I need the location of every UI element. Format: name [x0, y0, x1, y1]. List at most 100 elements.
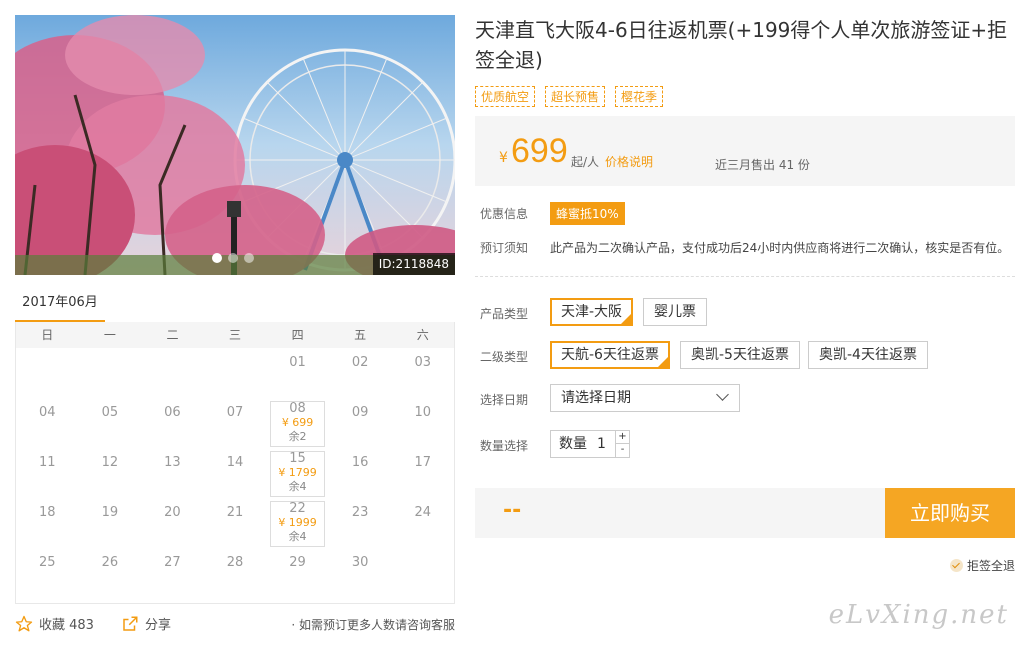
- calendar-day-price: ¥ 1799: [278, 466, 317, 479]
- carousel-dot[interactable]: [228, 253, 238, 263]
- weekday-label: 六: [416, 328, 429, 342]
- calendar-day-number: 27: [164, 555, 181, 570]
- product-type-option-infant[interactable]: 婴儿票: [643, 298, 707, 326]
- watermark: eLvXing.net: [828, 600, 1009, 630]
- sold-count: 近三月售出 41 份: [715, 158, 810, 172]
- calendar-day[interactable]: 22 ¥ 1999 余4: [266, 498, 329, 548]
- total-price: --: [503, 498, 522, 523]
- carousel-dots: [212, 253, 254, 263]
- calendar-day: 24: [391, 498, 454, 548]
- calendar-empty-cell: [16, 348, 79, 398]
- calendar-day[interactable]: 15 ¥ 1799 余4: [266, 448, 329, 498]
- date-label: 选择日期: [480, 393, 529, 407]
- calendar-empty-cell: [141, 348, 204, 398]
- group-booking-hint[interactable]: · 如需预订更多人数请咨询客服: [291, 616, 455, 633]
- product-tag: 樱花季: [615, 86, 664, 107]
- purchase-bar: -- 立即购买: [475, 488, 1015, 538]
- carousel-dot[interactable]: [244, 253, 254, 263]
- calendar-day: 30: [329, 548, 392, 598]
- calendar-day-price: ¥ 699: [281, 416, 314, 429]
- weekday-label: 三: [229, 328, 242, 342]
- calendar-day: 10: [391, 398, 454, 448]
- calendar-day-number: 22: [289, 501, 306, 516]
- calendar-day-number: 02: [351, 355, 369, 370]
- quantity-decrement-button[interactable]: -: [615, 444, 629, 457]
- calendar-day-number: 19: [101, 505, 119, 520]
- share-label: 分享: [145, 618, 172, 633]
- calendar-day: 01: [266, 348, 329, 398]
- product-tag: 超长预售: [545, 86, 606, 107]
- calendar-month-tab[interactable]: 2017年06月: [15, 285, 105, 323]
- calendar-day: 17: [391, 448, 454, 498]
- calendar-day-number: 13: [164, 455, 181, 470]
- favorite-label: 收藏 483: [39, 618, 94, 633]
- calendar: 日 一 二 三 四 五 六 01 02 03 04 05 06 07 08 ¥ 699 余2 09 1…: [15, 322, 455, 604]
- calendar-day: 28: [204, 548, 267, 598]
- calendar-day-number: 17: [414, 455, 431, 470]
- calendar-day: 26: [79, 548, 142, 598]
- weekday-label: 日: [41, 328, 54, 342]
- price-amount: 699: [511, 132, 568, 170]
- weekday-label: 一: [103, 328, 116, 342]
- chevron-down-icon: [716, 388, 729, 401]
- refund-label: 拒签全退: [967, 559, 1016, 573]
- calendar-day: 29: [266, 548, 329, 598]
- calendar-day: 23: [329, 498, 392, 548]
- calendar-day: 03: [391, 348, 454, 398]
- product-type-option-tianjin-osaka[interactable]: 天津-大阪: [550, 298, 634, 326]
- subtype-option-okay-4day[interactable]: 奥凯-4天往返票: [808, 341, 928, 369]
- calendar-day[interactable]: 08 ¥ 699 余2: [266, 398, 329, 448]
- calendar-day-number: 04: [39, 405, 56, 420]
- calendar-day-number: 28: [226, 555, 244, 570]
- calendar-day: 21: [204, 498, 267, 548]
- buy-now-button[interactable]: 立即购买: [885, 488, 1015, 538]
- subtype-option-okay-5day[interactable]: 奥凯-5天往返票: [680, 341, 800, 369]
- promo-label: 优惠信息: [480, 207, 529, 221]
- calendar-day: 09: [329, 398, 392, 448]
- calendar-day-number: 05: [101, 405, 119, 420]
- calendar-day: 16: [329, 448, 392, 498]
- calendar-day-number: 12: [101, 455, 119, 470]
- product-id-badge: ID:2118848: [372, 253, 455, 275]
- calendar-day-number: 30: [351, 555, 369, 570]
- calendar-day-number: 06: [164, 405, 181, 420]
- ferris-wheel-illustration: [15, 15, 455, 275]
- quantity-label: 数量选择: [480, 439, 529, 453]
- date-select-value: 请选择日期: [561, 390, 631, 406]
- calendar-day-number: 01: [289, 355, 306, 370]
- calendar-day-number: 23: [351, 505, 369, 520]
- notice-label: 预订须知: [480, 241, 529, 255]
- calendar-day-number: 07: [226, 405, 244, 420]
- quantity-stepper: 数量 1 + -: [550, 430, 630, 458]
- calendar-day-number: 18: [39, 505, 56, 520]
- calendar-day-number: 16: [351, 455, 369, 470]
- quantity-value[interactable]: 1: [597, 431, 606, 457]
- calendar-day-remaining: 余4: [288, 480, 307, 493]
- calendar-day-remaining: 余2: [288, 430, 307, 443]
- subtype-option-tianhang-6day[interactable]: 天航-6天往返票: [550, 341, 670, 369]
- calendar-day-number: 11: [39, 455, 56, 470]
- weekday-label: 四: [291, 328, 304, 342]
- calendar-day: 19: [79, 498, 142, 548]
- check-circle-icon: [950, 559, 963, 572]
- calendar-day: 11: [16, 448, 79, 498]
- calendar-day: 12: [79, 448, 142, 498]
- calendar-day: 18: [16, 498, 79, 548]
- price-box: ¥ 699 起/人 价格说明 近三月售出 41 份: [475, 116, 1015, 186]
- share-button[interactable]: 分享: [121, 614, 171, 633]
- currency-symbol: ¥: [499, 150, 508, 166]
- calendar-day-price: ¥ 1999: [278, 516, 317, 529]
- calendar-day-number: 09: [351, 405, 369, 420]
- calendar-day: 20: [141, 498, 204, 548]
- quantity-increment-button[interactable]: +: [615, 431, 629, 444]
- price-explain-link[interactable]: 价格说明: [605, 153, 653, 170]
- share-icon: [123, 616, 138, 631]
- calendar-day: 25: [16, 548, 79, 598]
- product-tags: 优质航空 超长预售 樱花季: [475, 86, 664, 107]
- price-unit: 起/人: [571, 155, 600, 169]
- calendar-day-number: 10: [414, 405, 431, 420]
- date-select[interactable]: 请选择日期: [550, 384, 740, 412]
- product-type-label: 产品类型: [480, 307, 529, 321]
- carousel-dot[interactable]: [212, 253, 222, 263]
- favorite-button[interactable]: 收藏 483: [15, 614, 94, 633]
